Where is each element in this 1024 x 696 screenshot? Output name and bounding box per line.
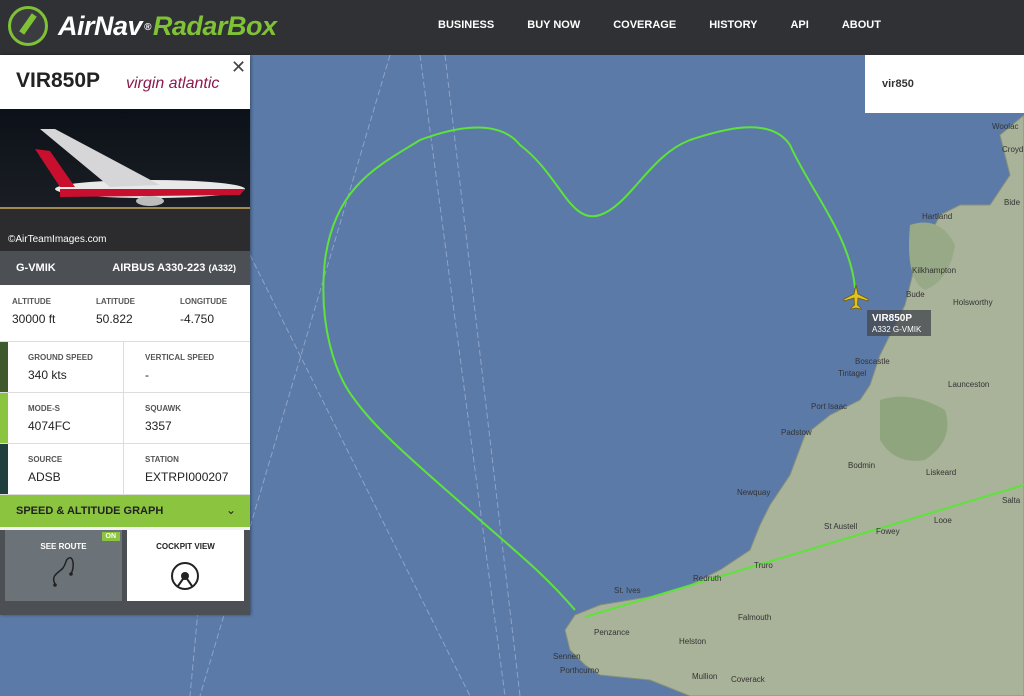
logo-registered: ® bbox=[144, 21, 151, 33]
town-label: Redruth bbox=[693, 574, 722, 583]
town-label: Fowey bbox=[876, 527, 900, 536]
aircraft-photo-image bbox=[0, 129, 250, 251]
town-label: Penzance bbox=[594, 628, 630, 637]
town-label: Launceston bbox=[948, 380, 990, 389]
panel-header: VIR850P virgin atlantic ✕ bbox=[0, 55, 250, 109]
squawk-label: SQUAWK bbox=[145, 404, 181, 413]
town-label: St. Ives bbox=[614, 586, 641, 595]
town-label: Woolac bbox=[992, 122, 1019, 131]
position-stats: ALTITUDE 30000 ft LATITUDE 50.822 LONGIT… bbox=[0, 285, 250, 342]
nav-coverage[interactable]: COVERAGE bbox=[613, 19, 676, 31]
row-stripe bbox=[0, 342, 8, 392]
town-label: St Austell bbox=[824, 522, 858, 531]
vertical-speed-label: VERTICAL SPEED bbox=[145, 353, 215, 362]
map-label-info: A332 G-VMIK bbox=[872, 325, 922, 334]
source-row: SOURCE ADSB STATION EXTRPI000207 bbox=[0, 444, 250, 495]
nav-about[interactable]: ABOUT bbox=[842, 19, 881, 31]
search-box[interactable]: vir850 bbox=[865, 55, 1024, 113]
flight-info-panel: VIR850P virgin atlantic ✕ ©AirTeamImages… bbox=[0, 55, 250, 615]
town-label: Kilkhampton bbox=[912, 266, 957, 275]
town-label: Helston bbox=[679, 637, 707, 646]
source-value: ADSB bbox=[28, 470, 61, 484]
source-label: SOURCE bbox=[28, 455, 63, 464]
see-route-button[interactable]: SEE ROUTE ON bbox=[5, 530, 122, 601]
squawk-value: 3357 bbox=[145, 419, 172, 433]
town-label: Bide bbox=[1004, 198, 1021, 207]
town-label: Liskeard bbox=[926, 468, 957, 477]
logo[interactable]: AirNav ®RadarBox bbox=[8, 6, 277, 46]
top-navbar: AirNav ®RadarBox BUSINESS BUY NOW COVERAG… bbox=[0, 0, 1024, 55]
town-label: Boscastle bbox=[855, 357, 890, 366]
station-value: EXTRPI000207 bbox=[145, 470, 229, 484]
town-label: Falmouth bbox=[738, 613, 772, 622]
cockpit-view-button[interactable]: COCKPIT VIEW bbox=[127, 530, 244, 601]
close-icon[interactable]: ✕ bbox=[231, 57, 246, 78]
town-label: Mullion bbox=[692, 672, 718, 681]
graph-toggle-label: SPEED & ALTITUDE GRAPH bbox=[16, 505, 164, 517]
town-label: Coverack bbox=[731, 675, 765, 684]
town-label: Holsworthy bbox=[953, 298, 993, 307]
town-label: Croyd bbox=[1002, 145, 1024, 154]
row-stripe bbox=[0, 393, 8, 443]
airline-logo: virgin atlantic bbox=[126, 75, 220, 92]
aircraft-type: AIRBUS A330-223 (A332) bbox=[112, 262, 236, 274]
town-label: Salta bbox=[1002, 496, 1021, 505]
station-label: STATION bbox=[145, 455, 179, 464]
aircraft-photo[interactable]: ©AirTeamImages.com bbox=[0, 109, 250, 251]
logo-text: AirNav ®RadarBox bbox=[58, 10, 277, 42]
town-label: Bude bbox=[906, 290, 925, 299]
town-label: Porthcurno bbox=[560, 666, 600, 675]
town-label: Hartland bbox=[922, 212, 953, 221]
radar-logo-icon bbox=[8, 6, 48, 46]
transponder-row: MODE-S 4074FC SQUAWK 3357 bbox=[0, 393, 250, 444]
nav-history[interactable]: HISTORY bbox=[709, 19, 757, 31]
logo-airnav: AirNav bbox=[58, 10, 143, 41]
nav-api[interactable]: API bbox=[790, 19, 808, 31]
aircraft-type-name: AIRBUS A330-223 bbox=[112, 262, 206, 274]
nav-business[interactable]: BUSINESS bbox=[438, 19, 494, 31]
map-label-callsign: VIR850P bbox=[872, 313, 913, 324]
town-label: Bodmin bbox=[848, 461, 876, 470]
registration: G-VMIK bbox=[16, 262, 56, 274]
ground-speed-label: GROUND SPEED bbox=[28, 353, 93, 362]
registration-bar: G-VMIK AIRBUS A330-223 (A332) bbox=[0, 251, 250, 285]
town-label: Port Isaac bbox=[811, 402, 848, 411]
speed-row: GROUND SPEED 340 kts VERTICAL SPEED - bbox=[0, 342, 250, 393]
aircraft-type-code: (A332) bbox=[208, 263, 236, 273]
town-label: Sennen bbox=[553, 652, 581, 661]
main-nav: BUSINESS BUY NOW COVERAGE HISTORY API AB… bbox=[438, 19, 914, 31]
ground-speed-value: 340 kts bbox=[28, 368, 67, 382]
town-label: Looe bbox=[934, 516, 952, 525]
speed-altitude-graph-toggle[interactable]: SPEED & ALTITUDE GRAPH ⌄ bbox=[0, 495, 250, 527]
photo-credit: ©AirTeamImages.com bbox=[8, 234, 107, 245]
altitude-label: ALTITUDE bbox=[12, 297, 51, 306]
chevron-down-icon: ⌄ bbox=[225, 503, 236, 517]
latitude-value: 50.822 bbox=[96, 312, 133, 326]
flight-callsign: VIR850P bbox=[16, 69, 101, 92]
town-label: Truro bbox=[754, 561, 773, 570]
mode-s-label: MODE-S bbox=[28, 404, 60, 413]
route-icon bbox=[52, 557, 74, 587]
mode-s-value: 4074FC bbox=[28, 419, 71, 433]
cockpit-icon bbox=[171, 562, 199, 590]
longitude-value: -4.750 bbox=[180, 312, 215, 326]
logo-radarbox: RadarBox bbox=[152, 10, 277, 41]
altitude-value: 30000 ft bbox=[12, 312, 56, 326]
town-label: Padstow bbox=[781, 428, 812, 437]
longitude-label: LONGITUDE bbox=[180, 297, 228, 306]
vertical-speed-value: - bbox=[145, 368, 149, 382]
town-label: Newquay bbox=[737, 488, 771, 497]
nav-buy-now[interactable]: BUY NOW bbox=[527, 19, 580, 31]
row-stripe bbox=[0, 444, 8, 494]
town-label: Tintagel bbox=[838, 369, 867, 378]
aircraft-map-label[interactable]: VIR850P A332 G-VMIK bbox=[867, 310, 931, 336]
search-value: vir850 bbox=[882, 78, 914, 90]
latitude-label: LATITUDE bbox=[96, 297, 135, 306]
view-buttons: SEE ROUTE ON COCKPIT VIEW bbox=[0, 530, 250, 615]
